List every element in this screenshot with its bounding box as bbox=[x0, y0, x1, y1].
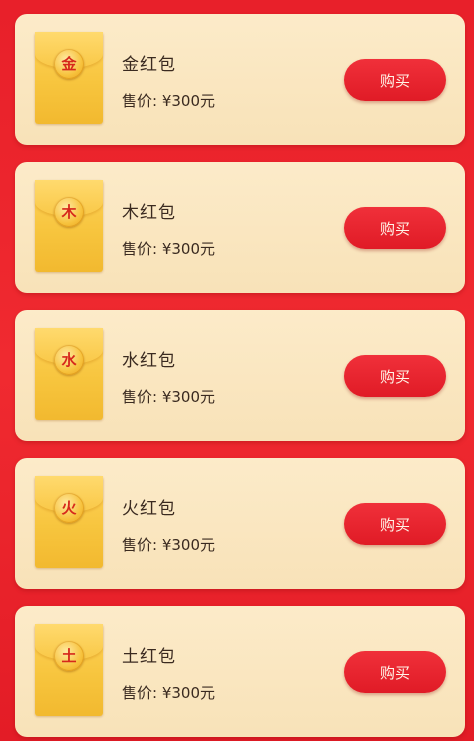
red-envelope-icon: 木 bbox=[35, 180, 103, 272]
product-name: 火红包 bbox=[122, 499, 176, 519]
product-name: 木红包 bbox=[122, 203, 176, 223]
product-price: 售价: ¥300元 bbox=[122, 684, 215, 702]
buy-button[interactable]: 购买 bbox=[344, 651, 446, 693]
buy-button[interactable]: 购买 bbox=[344, 59, 446, 101]
product-card-fire: 火 火红包 售价: ¥300元 购买 bbox=[15, 458, 465, 589]
red-envelope-icon: 土 bbox=[35, 624, 103, 716]
product-price: 售价: ¥300元 bbox=[122, 240, 215, 258]
buy-button[interactable]: 购买 bbox=[344, 503, 446, 545]
buy-button[interactable]: 购买 bbox=[344, 207, 446, 249]
envelope-seal: 水 bbox=[54, 345, 84, 375]
envelope-seal: 金 bbox=[54, 49, 84, 79]
red-envelope-icon: 水 bbox=[35, 328, 103, 420]
buy-button[interactable]: 购买 bbox=[344, 355, 446, 397]
product-name: 土红包 bbox=[122, 647, 176, 667]
product-name: 水红包 bbox=[122, 351, 176, 371]
product-card-earth: 土 土红包 售价: ¥300元 购买 bbox=[15, 606, 465, 737]
product-price: 售价: ¥300元 bbox=[122, 536, 215, 554]
red-envelope-icon: 金 bbox=[35, 32, 103, 124]
product-name: 金红包 bbox=[122, 55, 176, 75]
red-envelope-icon: 火 bbox=[35, 476, 103, 568]
envelope-seal: 木 bbox=[54, 197, 84, 227]
product-card-wood: 木 木红包 售价: ¥300元 购买 bbox=[15, 162, 465, 293]
product-price: 售价: ¥300元 bbox=[122, 388, 215, 406]
product-price: 售价: ¥300元 bbox=[122, 92, 215, 110]
product-card-water: 水 水红包 售价: ¥300元 购买 bbox=[15, 310, 465, 441]
envelope-seal: 土 bbox=[54, 641, 84, 671]
envelope-seal: 火 bbox=[54, 493, 84, 523]
red-packet-list: 金 金红包 售价: ¥300元 购买 木 木红包 售价: ¥300元 购买 水 … bbox=[15, 14, 465, 741]
product-card-gold: 金 金红包 售价: ¥300元 购买 bbox=[15, 14, 465, 145]
